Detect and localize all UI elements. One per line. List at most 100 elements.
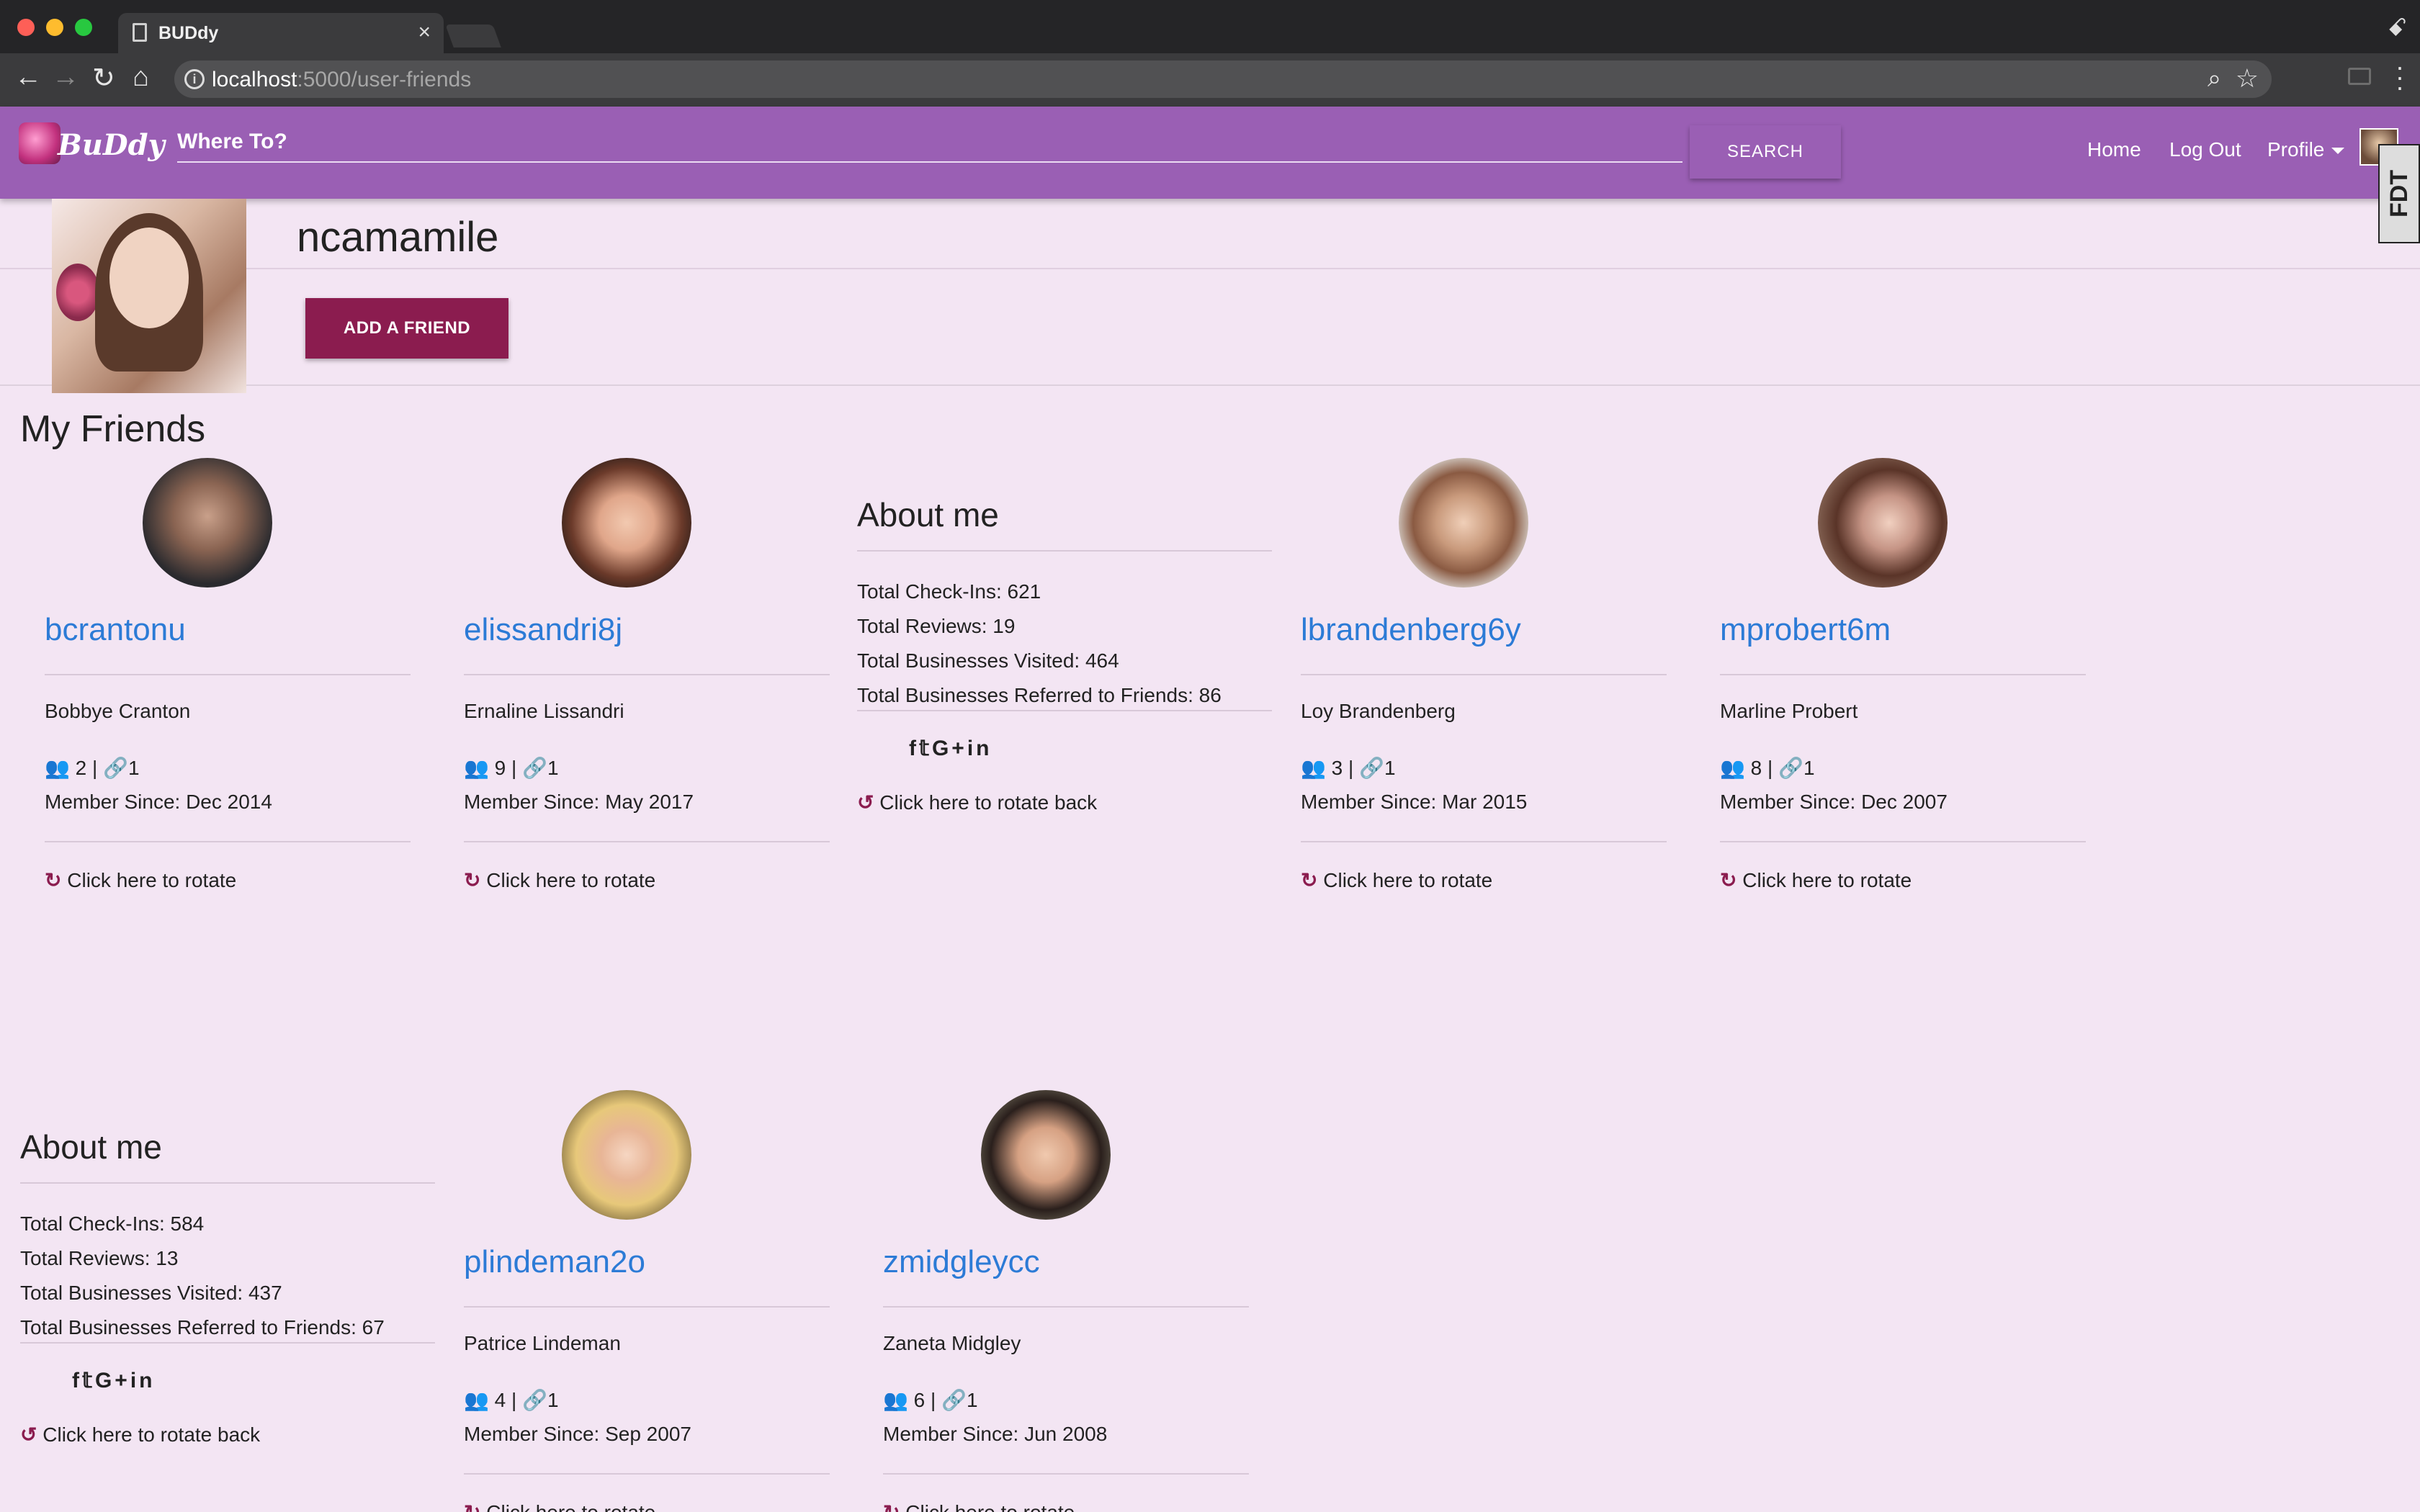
rotate-card-link[interactable]: ↻ Click here to rotate	[1720, 868, 1912, 892]
friend-username[interactable]: mprobert6m	[1720, 612, 1891, 648]
divider	[1720, 841, 2086, 842]
friend-avatar	[562, 458, 691, 588]
friend-full-name: Zaneta Midgley	[883, 1332, 1021, 1354]
member-since: Member Since: May 2017	[464, 791, 694, 813]
destination-search-input[interactable]	[177, 122, 1682, 163]
minimize-window-button[interactable]	[46, 19, 63, 36]
users-icon: 👥	[1301, 757, 1326, 779]
tab-close-icon[interactable]: ×	[418, 20, 431, 45]
twitter-icon[interactable]: 𝕥	[82, 1369, 95, 1392]
friend-avatar	[562, 1090, 691, 1220]
maximize-window-button[interactable]	[75, 19, 92, 36]
member-since: Member Since: Dec 2007	[1720, 791, 1948, 813]
rotate-icon: ↻	[45, 869, 62, 891]
url-text[interactable]: localhost:5000/user-friends	[212, 68, 471, 92]
divider	[1301, 841, 1667, 842]
friend-stats: 👥 4 | 🔗1	[464, 1389, 559, 1411]
add-friend-button[interactable]: ADD A FRIEND	[305, 298, 508, 359]
friend-username[interactable]: lbrandenberg6y	[1301, 612, 1521, 648]
friend-username[interactable]: zmidgleycc	[883, 1244, 1040, 1280]
link-icon: 🔗	[1778, 757, 1803, 779]
nav-home-link[interactable]: Home	[2087, 138, 2141, 161]
total-checkins: Total Check-Ins: 621	[857, 580, 1041, 603]
browser-menu-icon[interactable]: · · ·	[2396, 54, 2404, 100]
divider	[464, 674, 830, 675]
friend-card: zmidgleycc Zaneta Midgley 👥 6 | 🔗1 Membe…	[883, 1090, 1249, 1512]
close-window-button[interactable]	[17, 19, 35, 36]
total-reviews: Total Reviews: 19	[857, 615, 1016, 637]
friend-stats: 👥 6 | 🔗1	[883, 1389, 978, 1411]
info-icon[interactable]: i	[184, 69, 205, 89]
users-icon: 👥	[464, 1389, 489, 1411]
friend-stats: 👥 8 | 🔗1	[1720, 757, 1815, 779]
friend-avatar	[1399, 458, 1528, 588]
address-bar[interactable]: i localhost:5000/user-friends ⌕ ☆	[174, 60, 2272, 98]
friend-avatar	[143, 458, 272, 588]
friend-card: elissandri8j Ernaline Lissandri 👥 9 | 🔗1…	[464, 458, 830, 897]
friend-full-name: Bobbye Cranton	[45, 700, 191, 722]
caret-down-icon	[2331, 148, 2345, 155]
cast-icon[interactable]	[2348, 68, 2371, 85]
linkedin-icon[interactable]: in	[967, 737, 992, 760]
total-checkins: Total Check-Ins: 584	[20, 1212, 205, 1235]
rotate-card-link[interactable]: ↻ Click here to rotate	[883, 1500, 1075, 1512]
linkedin-icon[interactable]: in	[130, 1369, 156, 1392]
rotate-back-link[interactable]: ↺ Click here to rotate back	[20, 1423, 260, 1446]
friend-stats: 👥 2 | 🔗1	[45, 757, 140, 779]
home-icon[interactable]: ⌂	[133, 62, 149, 93]
social-links: f𝕥G+in	[72, 1368, 156, 1393]
rotate-icon: ↻	[1301, 869, 1318, 891]
buddy-logo[interactable]: BuDdy	[19, 122, 165, 170]
link-icon: 🔗	[1359, 757, 1384, 779]
nav-profile-dropdown[interactable]: Profile	[2267, 138, 2345, 161]
friend-username[interactable]: plindeman2o	[464, 1244, 645, 1280]
divider	[1301, 674, 1667, 675]
google-plus-icon[interactable]: G+	[95, 1369, 130, 1392]
rotate-icon: ↻	[883, 1501, 900, 1512]
rotate-back-link[interactable]: ↺ Click here to rotate back	[857, 791, 1097, 814]
browser-tab[interactable]: BUDdy ×	[118, 13, 444, 53]
total-businesses-visited: Total Businesses Visited: 464	[857, 649, 1119, 672]
bookmark-star-icon[interactable]: ☆	[2236, 63, 2259, 94]
link-icon: 🔗	[103, 757, 128, 779]
friend-avatar	[1818, 458, 1948, 588]
link-icon: 🔗	[522, 757, 547, 779]
friend-stats: 👥 3 | 🔗1	[1301, 757, 1396, 779]
back-icon[interactable]: ←	[14, 62, 42, 93]
app-navbar: BuDdy SEARCH Home Log Out Profile	[0, 107, 2420, 199]
about-title: About me	[857, 496, 999, 534]
nav-logout-link[interactable]: Log Out	[2169, 138, 2241, 161]
friend-full-name: Ernaline Lissandri	[464, 700, 624, 722]
rotate-card-link[interactable]: ↻ Click here to rotate	[45, 868, 236, 892]
friend-card: mprobert6m Marline Probert 👥 8 | 🔗1 Memb…	[1720, 458, 2086, 897]
facebook-icon[interactable]: f	[72, 1369, 82, 1392]
friend-username[interactable]: elissandri8j	[464, 612, 622, 648]
friend-full-name: Patrice Lindeman	[464, 1332, 621, 1354]
incognito-icon: ꗃ	[2387, 14, 2407, 42]
rotate-card-link[interactable]: ↻ Click here to rotate	[464, 868, 655, 892]
divider	[20, 1342, 435, 1344]
profile-username: ncamamile	[297, 214, 499, 261]
search-button[interactable]: SEARCH	[1690, 125, 1841, 179]
about-title: About me	[20, 1128, 162, 1166]
zoom-icon[interactable]: ⌕	[2208, 65, 2221, 93]
friend-card: bcrantonu Bobbye Cranton 👥 2 | 🔗1 Member…	[45, 458, 411, 897]
twitter-icon[interactable]: 𝕥	[919, 737, 932, 760]
forward-icon[interactable]: →	[52, 62, 79, 93]
google-plus-icon[interactable]: G+	[932, 737, 967, 760]
rotate-card-link[interactable]: ↻ Click here to rotate	[1301, 868, 1492, 892]
users-icon: 👥	[883, 1389, 908, 1411]
new-tab-button[interactable]	[445, 24, 501, 48]
users-icon: 👥	[464, 757, 489, 779]
friend-username[interactable]: bcrantonu	[45, 612, 186, 648]
photo-roses	[56, 264, 99, 321]
rotate-icon: ↻	[464, 869, 481, 891]
facebook-icon[interactable]: f	[909, 737, 919, 760]
divider	[464, 841, 830, 842]
photo-face	[109, 228, 189, 328]
reload-icon[interactable]: ↻	[92, 62, 115, 94]
my-friends-heading: My Friends	[20, 408, 206, 450]
social-links: f𝕥G+in	[909, 736, 992, 761]
logo-flower-icon	[19, 122, 60, 164]
rotate-card-link[interactable]: ↻ Click here to rotate	[464, 1500, 655, 1512]
